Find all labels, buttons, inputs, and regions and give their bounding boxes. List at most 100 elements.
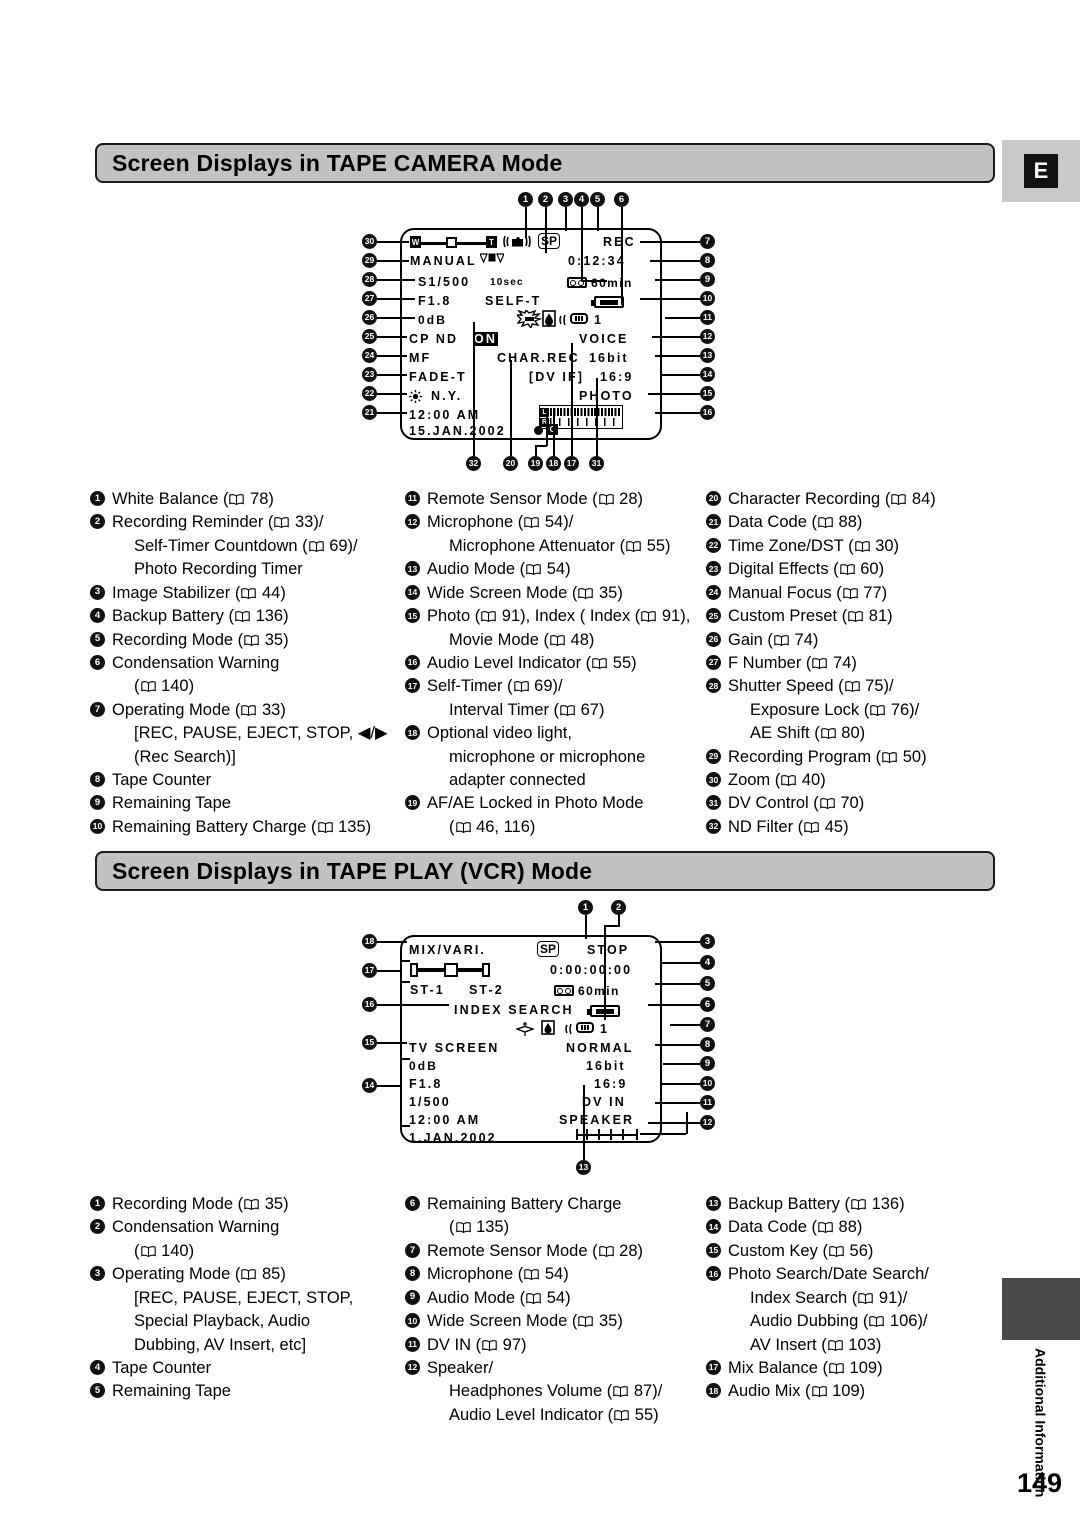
recording-reminder-icon (479, 251, 505, 269)
manual-page-icon (455, 1222, 471, 1234)
callout-20: 20 (503, 456, 518, 471)
callout-11: 11 (700, 310, 715, 325)
manual-page-icon (820, 728, 836, 740)
legend-item-line: Operating Mode ( 85) (112, 1265, 286, 1284)
callout-vcr-10: 10 (700, 1076, 715, 1091)
legend-item: 8 Microphone ( 54) (405, 1263, 705, 1286)
self-timer-label: SELF-T (485, 294, 542, 308)
shutter-speed: S1/500 (418, 275, 471, 289)
legend-item-line: Mix Balance ( 109) (728, 1358, 883, 1377)
custom-preset-nd: CP ND (409, 332, 459, 346)
legend-item-line: Audio Level Indicator ( 55) (427, 653, 637, 672)
leader-29-h (377, 260, 409, 262)
leader-vcr-3-h (655, 941, 700, 943)
manual-page-icon (882, 751, 897, 763)
manual-page-icon (274, 517, 290, 529)
legend-item-number: 24 (706, 584, 721, 600)
legend-vcr-col3: 13 Backup Battery ( 136) 14 Data Code ( 88)… (706, 1193, 1006, 1404)
legend-item-line: Backup Battery ( 136) (728, 1195, 905, 1213)
legend-item-line: Custom Key ( 56) (728, 1241, 874, 1260)
legend-item: 4 Backup Battery ( 136) (90, 605, 400, 628)
manual-page-icon (891, 494, 907, 505)
leader-vcr-14-v (400, 1058, 402, 1126)
legend-item-line: AV Insert ( 103) (750, 1335, 882, 1354)
legend-item-line: Tape Counter (112, 1358, 212, 1377)
callout-vcr-7: 7 (700, 1017, 715, 1032)
legend-item: 15 Photo ( 91), Index ( Index ( 91), Movie… (405, 605, 705, 652)
headphones-volume-bar (576, 1129, 638, 1140)
leader-6 (621, 207, 623, 305)
legend-item: 2 Condensation Warning ( 140) (90, 1216, 400, 1263)
battery-icon (591, 296, 624, 308)
legend-item: 10 Wide Screen Mode ( 35) (405, 1310, 705, 1333)
legend-item-line: Remaining Tape (112, 1382, 231, 1401)
leader-3 (565, 207, 567, 231)
recording-mode-sp-vcr: SP (537, 941, 560, 957)
legend-item-number: 15 (405, 608, 420, 624)
legend-item-number: 4 (90, 1359, 105, 1375)
legend-item: 19 AF/AE Locked in Photo Mode ( 46, 116) (405, 792, 705, 839)
manual-page-icon (614, 1409, 629, 1421)
manual-page-icon (455, 822, 471, 833)
leader-vcr-14-bot (400, 1125, 410, 1127)
leader-vcr-18-h (377, 941, 407, 943)
legend-item-line: Zoom ( 40) (728, 771, 826, 790)
f-number: F1.8 (418, 294, 452, 308)
manual-page-icon (513, 681, 529, 693)
callout-vcr-8: 8 (700, 1037, 715, 1052)
legend-item: 30 Zoom ( 40) (706, 769, 1006, 792)
legend-item-line: Audio Mode ( 54) (427, 1288, 571, 1307)
legend-item-number: 20 (706, 491, 721, 506)
lcd-display-vcr-mode: MIX/VARI. SP STOP 0:00:00:00 ST-1 ST-2 6… (400, 935, 662, 1145)
digital-effects-fade: FADE-T (409, 370, 467, 384)
gain: 0dB (418, 313, 447, 327)
legend-item: 6 Condensation Warning ( 140) (90, 652, 400, 699)
leader-vcr-11-h (655, 1102, 700, 1104)
legend-item: 14 Data Code ( 88) (706, 1216, 1006, 1239)
tape-counter-vcr: 0:00:00:00 (550, 963, 633, 977)
remote-sensor-number-vcr: 1 (600, 1022, 610, 1036)
callout-30: 30 (362, 234, 377, 249)
legend-item-line: DV IN ( 97) (427, 1335, 527, 1354)
legend-item: 13 Backup Battery ( 136) (706, 1193, 1006, 1216)
callout-vcr-17: 17 (362, 963, 377, 978)
remote-sensor-wave-icon (559, 313, 569, 331)
legend-item: 26 Gain ( 74) (706, 629, 1006, 652)
legend-item: 14 Wide Screen Mode ( 35) (405, 582, 705, 605)
audio-mix-label: MIX/VARI. (409, 943, 487, 957)
legend-item-number: 6 (405, 1196, 420, 1211)
legend-item-line: Condensation Warning (112, 1218, 280, 1237)
tape-counter: 0:12:34 (568, 254, 626, 268)
leader-vcr-5-h (655, 983, 700, 985)
legend-item: 12 Microphone ( 54)/ Microphone Attenuator… (405, 511, 705, 558)
f-number-vcr: F1.8 (409, 1077, 443, 1091)
operating-mode-stop: STOP (587, 943, 630, 957)
legend-item-line: Exposure Lock ( 76)/ (750, 700, 920, 719)
legend-item-line: Backup Battery ( 136) (112, 607, 289, 626)
legend-item-number: 31 (706, 795, 721, 811)
wide-screen-mode-vcr: 16:9 (594, 1077, 628, 1091)
legend-item-number: 1 (90, 491, 105, 506)
manual-page-icon (829, 1363, 844, 1374)
callout-vcr-6: 6 (700, 997, 715, 1012)
leader-vcr-7-h (670, 1024, 700, 1026)
manual-page-icon (774, 634, 789, 646)
legend-item-line: ( 140) (134, 1241, 195, 1260)
legend-item-number: 28 (706, 678, 721, 694)
manual-page-icon (827, 1339, 843, 1351)
manual-page-icon (524, 1269, 540, 1281)
manual-page-icon (578, 1316, 594, 1328)
callout-5: 5 (590, 192, 605, 207)
leader-15-h (648, 393, 700, 395)
legend-item-line: Movie Mode ( 48) (449, 630, 595, 649)
legend-item: 3 Operating Mode ( 85) [REC, PAUSE, EJECT,… (90, 1263, 400, 1357)
legend-item: 25 Custom Preset ( 81) (706, 605, 1006, 628)
manual-page-icon (842, 587, 858, 599)
manual-page-icon (781, 775, 797, 787)
data-code-time-vcr: 12:00 AM (409, 1113, 481, 1127)
data-code-date: 15.JAN.2002 (409, 424, 506, 438)
legend-item-line: microphone or microphone (449, 747, 646, 766)
legend-item-line: Optional video light, (427, 724, 572, 743)
legend-item-line: Operating Mode ( 33) (112, 700, 286, 719)
callout-vcr-9: 9 (700, 1056, 715, 1071)
